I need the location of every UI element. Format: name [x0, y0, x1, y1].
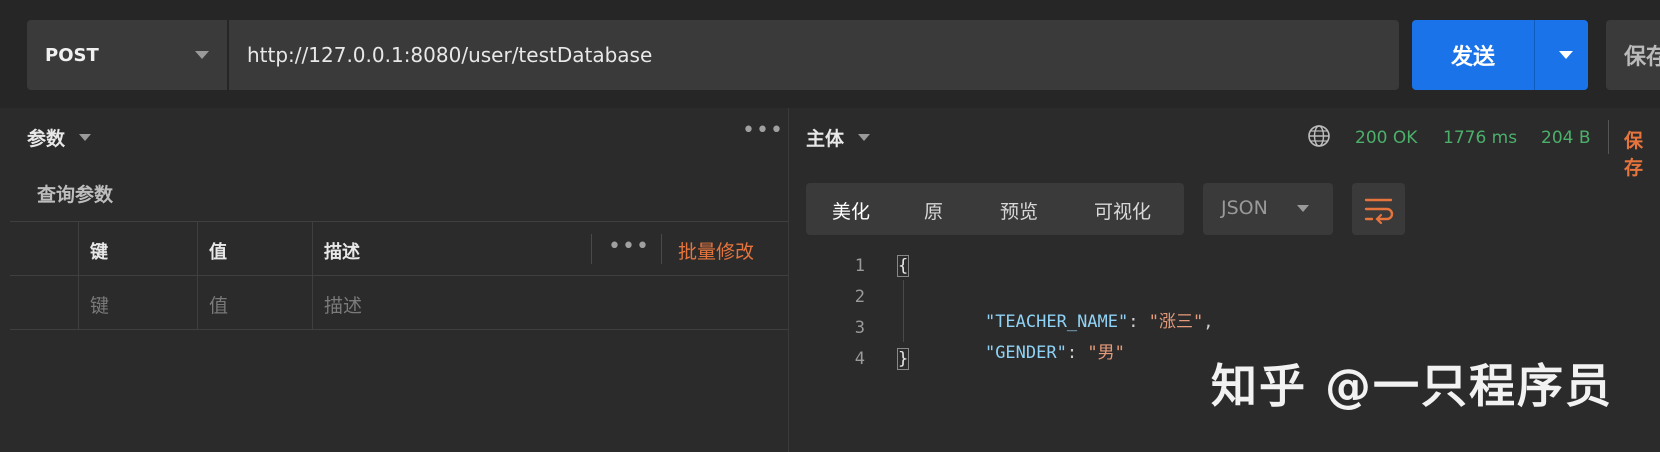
column-divider	[197, 222, 198, 275]
table-more-icon[interactable]: •••	[608, 234, 650, 259]
divider	[1608, 120, 1609, 154]
tab-pretty[interactable]: 美化	[832, 197, 870, 224]
params-title[interactable]: 参数	[27, 124, 92, 151]
column-divider	[78, 276, 79, 329]
open-brace: {	[896, 255, 910, 277]
send-label: 发送	[1450, 45, 1495, 70]
chevron-down-icon	[79, 134, 92, 141]
url-value: http://127.0.0.1:8080/user/testDatabase	[247, 43, 653, 67]
response-time: 1776 ms	[1443, 128, 1518, 148]
params-title-label: 参数	[27, 128, 66, 150]
line-number: 3	[854, 318, 865, 338]
indent-guide	[903, 280, 904, 342]
save-label: 保存	[1624, 45, 1660, 70]
more-options-icon[interactable]: •••	[742, 118, 784, 143]
tab-raw[interactable]: 原	[924, 197, 943, 224]
tab-visualize[interactable]: 可视化	[1094, 197, 1151, 224]
value-input[interactable]: 值	[209, 291, 228, 318]
chevron-down-icon	[1297, 205, 1309, 212]
params-table: 键 值 描述 ••• 批量修改 键 值 描述	[10, 221, 788, 330]
method-label: POST	[45, 44, 99, 66]
save-response-button[interactable]: 保存	[1624, 126, 1660, 180]
description-input[interactable]: 描述	[324, 291, 362, 318]
response-body-title[interactable]: 主体	[806, 124, 871, 151]
query-params-title: 查询参数	[37, 184, 114, 206]
send-options-chevron-icon[interactable]	[1559, 51, 1573, 59]
table-header-row: 键 值 描述 ••• 批量修改	[10, 222, 788, 276]
response-size: 204 B	[1541, 128, 1591, 148]
header-value: 值	[209, 242, 227, 263]
url-input[interactable]: http://127.0.0.1:8080/user/testDatabase	[229, 20, 1399, 90]
chevron-down-icon	[858, 134, 871, 141]
key-input[interactable]: 键	[90, 291, 109, 318]
column-divider	[312, 222, 313, 275]
globe-icon[interactable]	[1307, 124, 1331, 148]
save-button[interactable]: 保存	[1606, 20, 1660, 90]
wrap-lines-icon[interactable]	[1352, 183, 1405, 235]
send-divider	[1534, 20, 1535, 90]
line-number: 2	[854, 287, 865, 307]
column-divider	[312, 276, 313, 329]
json-line: "GENDER": "男"	[984, 343, 1125, 363]
send-button[interactable]: 发送	[1412, 20, 1588, 90]
method-select[interactable]: POST	[27, 20, 227, 90]
close-brace: }	[896, 348, 910, 370]
column-divider	[78, 222, 79, 275]
table-row: 键 值 描述	[10, 276, 788, 330]
header-divider	[591, 234, 592, 264]
json-comma: ,	[1203, 312, 1214, 332]
json-value: "男"	[1087, 343, 1125, 363]
response-view-tabs: 美化 原 预览 可视化	[806, 183, 1184, 235]
format-select[interactable]: JSON	[1203, 183, 1333, 235]
line-number: 1	[854, 256, 865, 276]
chevron-down-icon	[195, 51, 209, 59]
response-title-label: 主体	[806, 128, 845, 150]
line-number: 4	[854, 349, 865, 369]
status-code: 200 OK	[1355, 128, 1418, 148]
column-divider	[197, 276, 198, 329]
json-key: "GENDER"	[984, 343, 1067, 363]
header-divider	[661, 234, 662, 264]
bulk-edit-link[interactable]: 批量修改	[678, 237, 754, 264]
format-label: JSON	[1221, 197, 1268, 219]
header-key: 键	[90, 242, 108, 263]
json-value: "涨三"	[1148, 312, 1204, 332]
watermark: 知乎 @一只程序员	[1211, 359, 1614, 413]
tab-preview[interactable]: 预览	[1000, 197, 1038, 224]
header-description: 描述	[324, 242, 360, 263]
